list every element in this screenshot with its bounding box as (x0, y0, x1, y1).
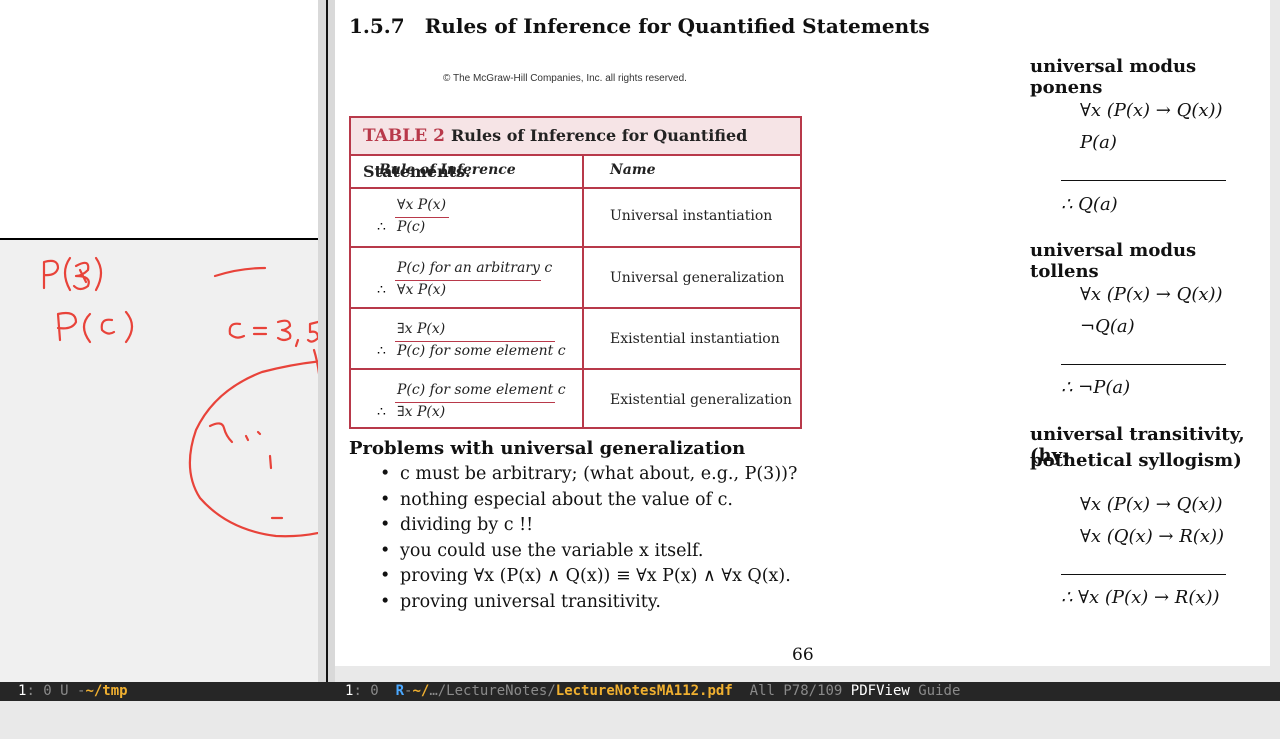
rules-table: TABLE 2 Rules of Inference for Quantified… (349, 116, 802, 429)
section-title: 1.5.7 Rules of Inference for Quantified S… (349, 14, 930, 38)
mode-line-right[interactable]: 1: 0 R-~/…/LectureNotes/LectureNotesMA11… (345, 682, 960, 701)
scratch-pane[interactable] (0, 0, 320, 682)
list-item: proving universal transitivity. (375, 590, 797, 616)
right-fringe (1270, 0, 1280, 682)
table-caption: TABLE 2 Rules of Inference for Quantified… (351, 118, 800, 181)
window-divider[interactable] (318, 0, 335, 682)
problems-heading: Problems with universal generalization (349, 438, 746, 459)
echo-area[interactable] (0, 701, 1280, 720)
table-row: ∃x P(x) ∴ P(c) for some element c Existe… (351, 307, 800, 370)
formula: ∀x (P(x) → Q(x)) (1080, 494, 1223, 515)
rule-title: universal modus tollens (1030, 240, 1197, 282)
formula: ∀x (P(x) → Q(x)) (1080, 284, 1223, 305)
table-row: ∀x P(x) ∴ P(c) Universal instantiation (351, 187, 800, 248)
formula: P(a) (1080, 132, 1117, 153)
pdf-page: 1.5.7 Rules of Inference for Quantified S… (335, 0, 1270, 666)
list-item: you could use the variable x itself. (375, 539, 797, 565)
formula-conclusion: ∴ Q(a) (1061, 194, 1118, 215)
table-row: P(c) for an arbitrary c ∴ ∀x P(x) Univer… (351, 246, 800, 309)
page-number: 66 (792, 645, 814, 665)
formula-conclusion: ∴ ∀x (P(x) → R(x)) (1061, 587, 1220, 608)
list-item: dividing by c !! (375, 513, 797, 539)
table-header-row: Rule of Inference Name (379, 162, 656, 178)
formula-conclusion: ∴ ¬P(a) (1061, 377, 1131, 398)
list-item: proving ∀x (P(x) ∧ Q(x)) ≡ ∀x P(x) ∧ ∀x … (375, 564, 797, 590)
list-item: nothing especial about the value of c. (375, 488, 797, 514)
rule-title: universal modus ponens (1030, 56, 1197, 98)
formula: ∀x (P(x) → Q(x)) (1080, 100, 1223, 121)
handwriting-drawing (42, 256, 318, 538)
problems-list: c must be arbitrary; (what about, e.g., … (375, 462, 797, 615)
copyright-notice: © The McGraw-Hill Companies, Inc. all ri… (443, 73, 687, 84)
rule-title: pothetical syllogism) (1030, 450, 1242, 471)
formula: ¬Q(a) (1080, 316, 1135, 337)
mode-line-left[interactable]: 1: 0 U -~/tmp (18, 682, 128, 701)
formula: ∀x (Q(x) → R(x)) (1080, 526, 1225, 547)
table-row: P(c) for some element c ∴ ∃x P(x) Existe… (351, 368, 800, 429)
mode-line: 1: 0 U -~/tmp 1: 0 R-~/…/LectureNotes/Le… (0, 682, 1280, 701)
list-item: c must be arbitrary; (what about, e.g., … (375, 462, 797, 488)
